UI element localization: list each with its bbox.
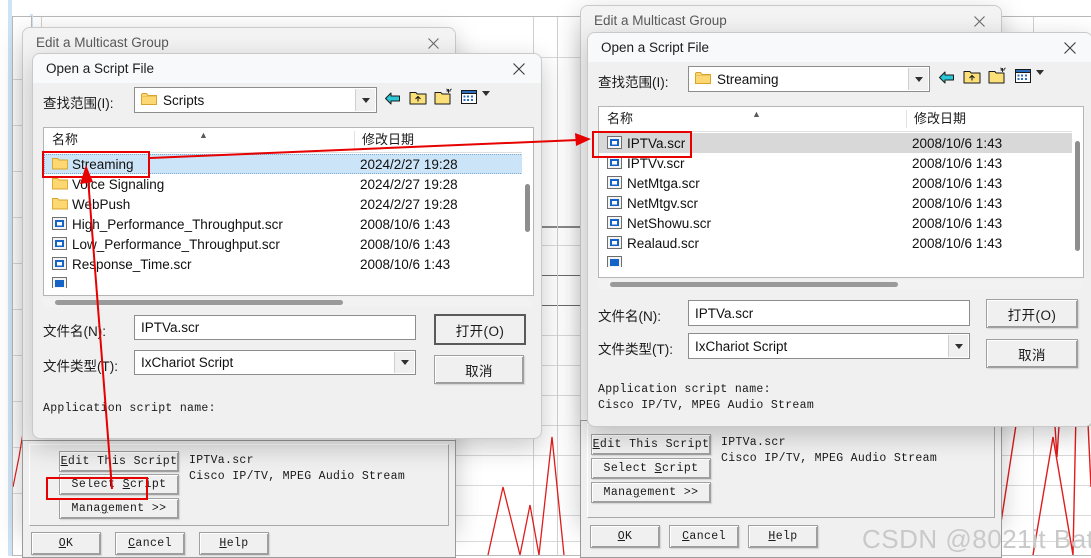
csdn-watermark: CSDN @8021it Batman	[862, 524, 1091, 554]
select-script-pointer-arrow	[80, 165, 113, 490]
